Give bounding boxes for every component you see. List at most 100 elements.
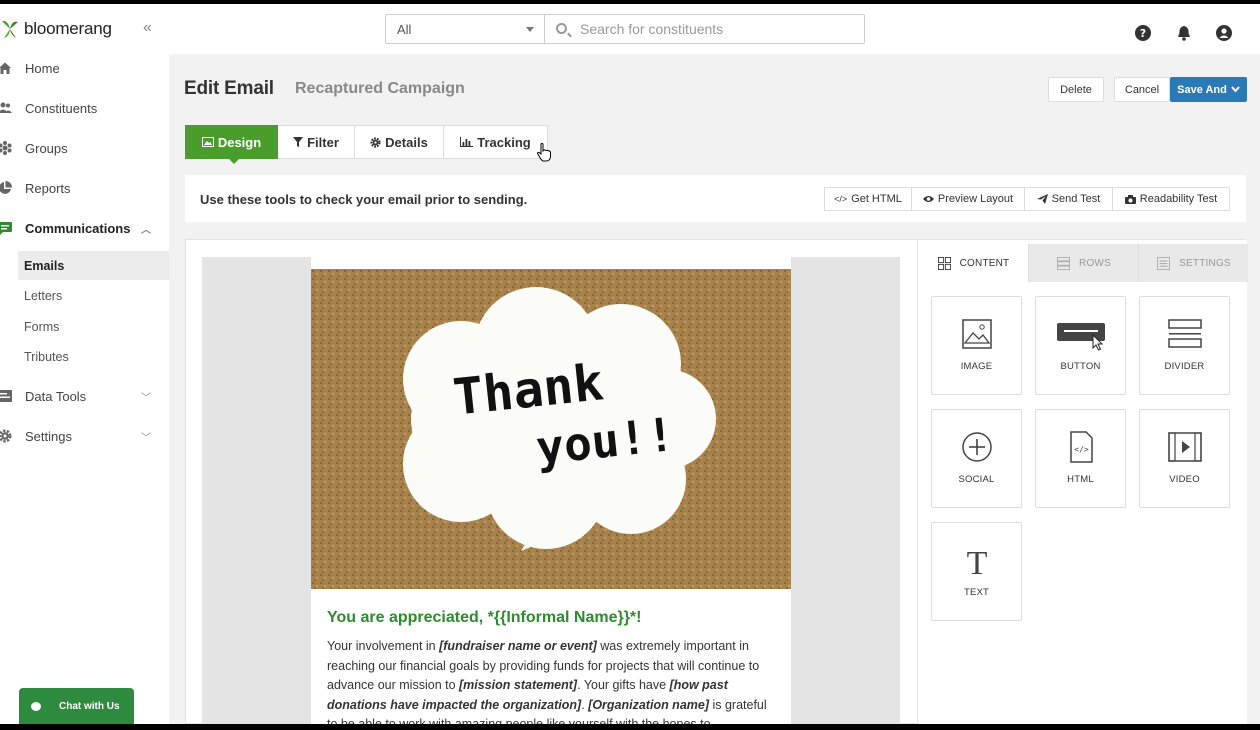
block-label: IMAGE — [960, 361, 993, 372]
block-html[interactable]: </> HTML — [1035, 409, 1126, 508]
pie-chart-icon — [0, 181, 12, 194]
app-frame: bloomerang « Home Constituents Groups Re… — [0, 4, 1260, 724]
film-icon — [1168, 432, 1202, 462]
logo[interactable]: bloomerang — [0, 16, 112, 42]
user-icon[interactable] — [1216, 25, 1232, 41]
sidebar-item-label: Groups — [25, 140, 68, 156]
tab-label: Design — [217, 134, 262, 150]
body-text: Your involvement in — [327, 639, 440, 653]
sidebar-item-reports[interactable]: Reports — [0, 168, 169, 208]
help-icon[interactable]: ? — [1135, 25, 1151, 41]
body-placeholder: [Organization name] — [588, 697, 709, 712]
sidebar-item-home[interactable]: Home — [0, 48, 169, 88]
panel-tab-content[interactable]: CONTENT — [918, 244, 1028, 282]
send-test-button[interactable]: Send Test — [1024, 187, 1113, 211]
block-button[interactable]: BUTTON — [1035, 296, 1126, 395]
bell-icon[interactable] — [1176, 25, 1192, 41]
chat-with-us-button[interactable]: Chat with Us — [19, 688, 134, 724]
sidebar-subitem-label: Letters — [24, 288, 63, 303]
block-label: TEXT — [963, 587, 990, 598]
top-bar: All Search for constituents ? — [169, 4, 1260, 54]
block-label: BUTTON — [1060, 361, 1101, 372]
save-and-label: Save And — [1177, 83, 1227, 96]
panel-tab-settings[interactable]: SETTINGS — [1138, 244, 1248, 282]
body-placeholder: [fundraiser name or event] — [439, 639, 597, 653]
block-video[interactable]: VIDEO — [1139, 409, 1230, 508]
block-label: VIDEO — [1169, 474, 1200, 485]
gear-icon — [0, 429, 12, 443]
sidebar-subitem-letters[interactable]: Letters — [18, 281, 169, 310]
gear-icon — [370, 136, 381, 148]
sidebar-item-communications[interactable]: Communications ︿ — [0, 208, 169, 248]
people-icon — [0, 102, 12, 113]
sidebar-item-label: Home — [25, 60, 60, 76]
chevron-up-icon[interactable]: ︿ — [141, 221, 151, 236]
email-canvas[interactable]: Thank you!! You are appreciated, *{{Info… — [202, 257, 900, 724]
svg-text:?: ? — [1140, 27, 1146, 40]
divider-icon — [1168, 319, 1202, 348]
panel-tabs: CONTENT ROWS SETTINGS — [918, 244, 1248, 282]
eye-icon — [922, 196, 934, 202]
email-body-text[interactable]: Your involvement in [fundraiser name or … — [327, 637, 777, 724]
sidebar-subitem-emails[interactable]: Emails — [18, 251, 169, 280]
editor-tabs: Design Filter Details Tracking — [185, 125, 548, 164]
tab-filter[interactable]: Filter — [277, 125, 355, 159]
save-and-button[interactable]: Save And — [1170, 77, 1247, 102]
chat-icon — [0, 222, 12, 235]
settings-list-icon — [1157, 256, 1171, 270]
email-heading[interactable]: You are appreciated, *{{Informal Name}}*… — [327, 609, 641, 627]
grid-icon — [937, 256, 951, 270]
paper-plane-icon — [1036, 194, 1048, 204]
panel-tab-label: ROWS — [1079, 257, 1111, 269]
logo-icon — [0, 18, 20, 40]
panel-tab-label: SETTINGS — [1179, 257, 1231, 269]
sidebar-item-data-tools[interactable]: Data Tools ﹀ — [0, 376, 169, 416]
tab-label: Filter — [307, 134, 339, 150]
groups-icon — [0, 141, 12, 155]
double-chevron-left-icon[interactable]: « — [143, 19, 152, 37]
image-icon — [201, 137, 214, 147]
tool-button-label: Readability Test — [1139, 193, 1218, 205]
search-scope-select[interactable]: All — [385, 14, 545, 44]
email-content[interactable]: Thank you!! You are appreciated, *{{Info… — [311, 257, 791, 724]
readability-test-button[interactable]: Readability Test — [1112, 187, 1230, 211]
panel-tab-rows[interactable]: ROWS — [1028, 244, 1138, 282]
email-editor: Thank you!! You are appreciated, *{{Info… — [185, 239, 1248, 724]
brand-name: bloomerang — [24, 19, 112, 38]
search-icon — [556, 23, 567, 34]
sidebar-item-settings[interactable]: Settings ﹀ — [0, 416, 169, 456]
tab-label: Tracking — [477, 134, 531, 150]
sidebar-item-label: Communications — [25, 220, 131, 236]
block-divider[interactable]: DIVIDER — [1139, 296, 1230, 395]
sidebar-item-groups[interactable]: Groups — [0, 128, 169, 168]
tab-details[interactable]: Details — [354, 125, 444, 159]
panel-tab-label: CONTENT — [959, 257, 1010, 269]
search-input[interactable]: Search for constituents — [545, 14, 865, 44]
toolbar-instructions: Use these tools to check your email prio… — [200, 192, 528, 207]
chevron-down-icon[interactable]: ﹀ — [141, 389, 151, 404]
social-plus-icon — [962, 432, 992, 462]
tab-tracking[interactable]: Tracking — [443, 125, 548, 159]
tab-design[interactable]: Design — [185, 125, 278, 164]
block-text[interactable]: T TEXT — [931, 522, 1022, 621]
camera-icon — [1124, 194, 1136, 204]
preview-layout-button[interactable]: Preview Layout — [911, 187, 1025, 211]
delete-button[interactable]: Delete — [1048, 77, 1104, 102]
tab-label: Details — [385, 134, 428, 150]
button-block-icon — [1057, 323, 1105, 351]
block-image[interactable]: IMAGE — [931, 296, 1022, 395]
block-label: HTML — [1067, 474, 1094, 485]
chevron-down-icon — [1231, 86, 1240, 93]
html-file-icon: </> — [1070, 431, 1093, 463]
sidebar-subitem-tributes[interactable]: Tributes — [18, 342, 169, 371]
sidebar-subitem-forms[interactable]: Forms — [18, 312, 169, 341]
sidebar-item-constituents[interactable]: Constituents — [0, 88, 169, 128]
hero-image[interactable]: Thank you!! — [311, 269, 791, 589]
get-html-button[interactable]: </> Get HTML — [824, 187, 912, 211]
sidebar-subitem-label: Forms — [24, 319, 60, 334]
home-icon — [0, 62, 11, 74]
tool-button-group: </> Get HTML Preview Layout Send Test Re… — [824, 187, 1230, 211]
chevron-down-icon[interactable]: ﹀ — [141, 429, 151, 444]
block-social[interactable]: SOCIAL — [931, 409, 1022, 508]
cancel-button[interactable]: Cancel — [1114, 77, 1170, 102]
